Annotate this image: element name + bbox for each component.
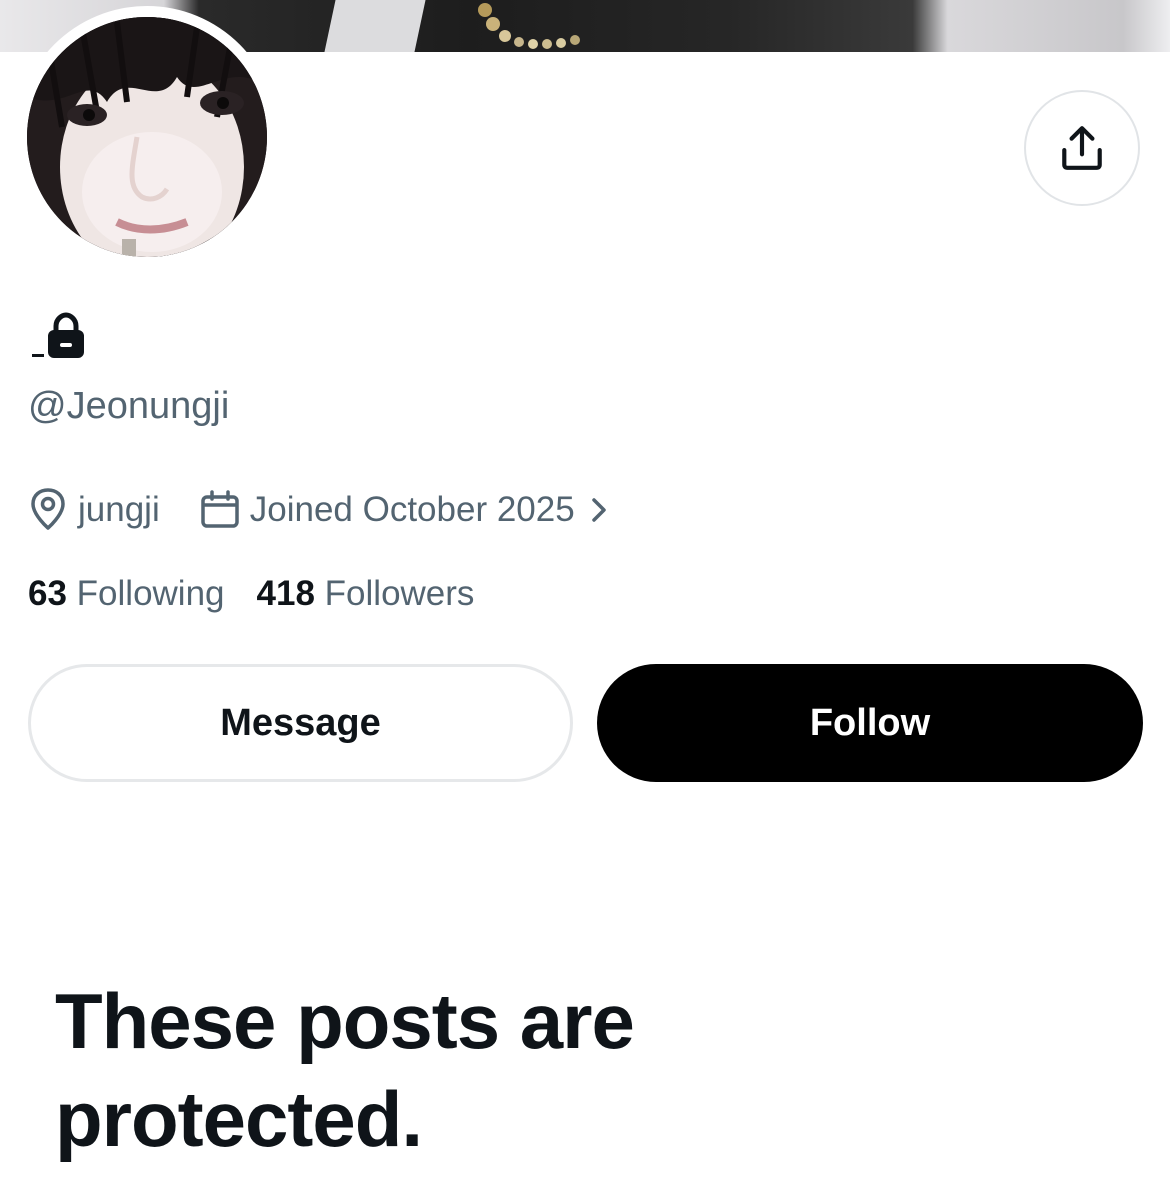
following-count: 63 [28,574,67,613]
joined-date[interactable]: Joined October 2025 [200,490,615,530]
followers-label: Followers [324,574,475,613]
location-pin-icon [31,488,65,530]
followers-link[interactable]: 418 Followers [257,574,475,614]
lock-icon [32,312,84,358]
banner-paper-shape [324,0,426,52]
calendar-icon [200,490,239,528]
profile-meta: jungji Joined October 2025 [28,484,615,536]
share-icon [1062,126,1102,170]
following-label: Following [76,574,225,613]
followers-count: 418 [256,574,315,613]
location: jungji [28,488,160,532]
profile-handle: @Jeonungji [28,385,230,427]
following-link[interactable]: 63 Following [28,574,225,614]
joined-text: Joined October 2025 [249,490,575,529]
avatar[interactable] [27,17,267,257]
banner-beads-decoration [478,3,580,49]
display-name [28,312,108,362]
avatar-image [27,17,267,257]
share-button[interactable] [1024,90,1140,206]
follow-button[interactable]: Follow [597,664,1143,782]
chevron-right-icon [591,498,606,522]
location-text: jungji [78,490,160,529]
protected-notice-title: These posts are protected. [55,977,635,1163]
profile-stats: 63 Following 418 Followers [28,574,474,614]
message-button[interactable]: Message [28,664,573,782]
